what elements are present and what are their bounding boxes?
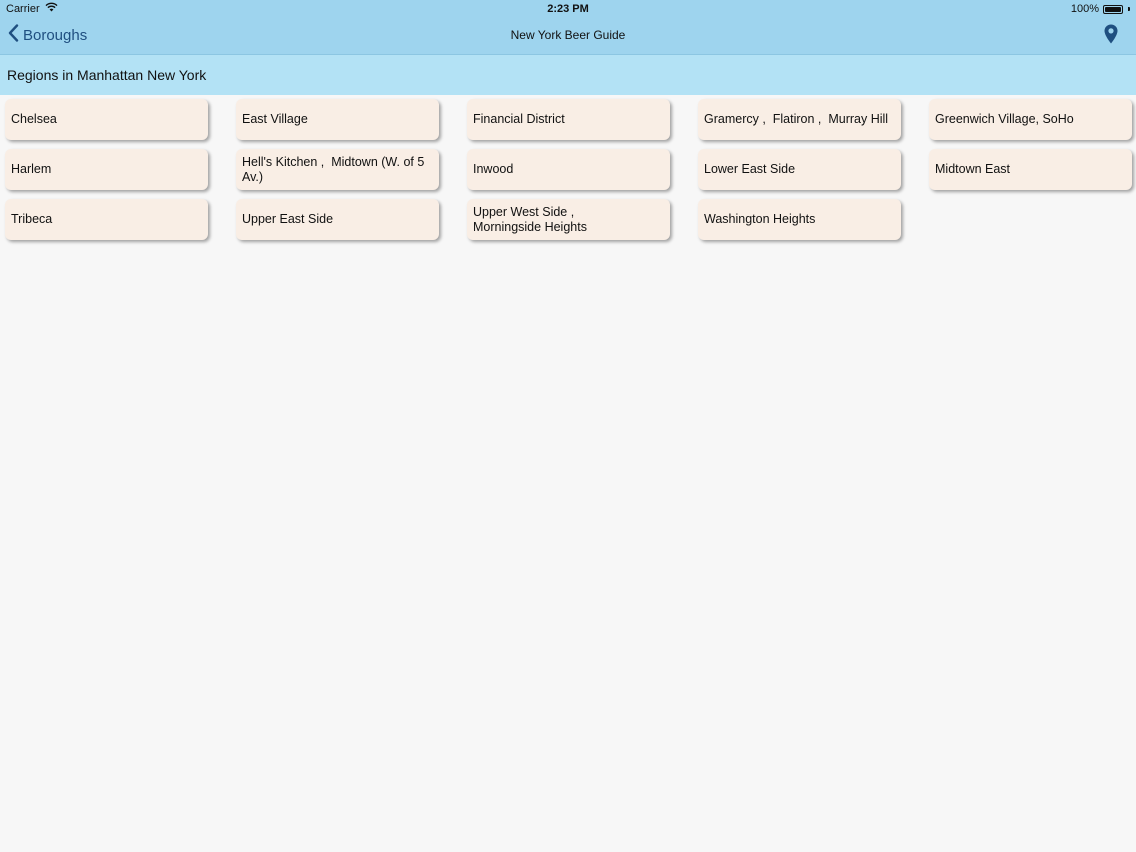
section-header: Regions in Manhattan New York [0, 55, 1136, 95]
region-label: Gramercy , Flatiron , Murray Hill [704, 112, 889, 126]
region-label: Upper West Side , Morningside Heights [473, 204, 587, 234]
status-right: 100% [1071, 0, 1130, 18]
region-label: Inwood [473, 162, 514, 176]
map-button[interactable] [1104, 24, 1118, 49]
regions-grid: Chelsea East Village Financial District … [5, 99, 1135, 240]
battery-icon [1103, 4, 1123, 14]
region-label: Upper East Side [242, 212, 334, 226]
region-button[interactable]: Financial District [467, 99, 670, 140]
page-title: New York Beer Guide [510, 28, 626, 42]
navigation-header: Carrier 2:23 PM 100% Boroughs New York B… [0, 0, 1136, 55]
region-label: Lower East Side [704, 162, 796, 176]
status-time: 2:23 PM [547, 3, 589, 15]
region-button[interactable]: Harlem [5, 149, 208, 190]
region-button[interactable]: Midtown East [929, 149, 1132, 190]
region-label: Washington Heights [704, 212, 816, 226]
region-label: Greenwich Village, SoHo [935, 112, 1074, 126]
region-button[interactable]: Upper West Side , Morningside Heights [467, 199, 670, 240]
battery-percent: 100% [1070, 3, 1099, 15]
region-label: Hell's Kitchen , Midtown (W. of 5 Av.) [242, 154, 428, 184]
region-button[interactable]: Hell's Kitchen , Midtown (W. of 5 Av.) [236, 149, 439, 190]
region-button[interactable]: Greenwich Village, SoHo [929, 99, 1132, 140]
region-button[interactable]: East Village [236, 99, 439, 140]
region-button[interactable]: Tribeca [5, 199, 208, 240]
region-button[interactable]: Gramercy , Flatiron , Murray Hill [698, 99, 901, 140]
nav-bar: Boroughs New York Beer Guide [0, 18, 1136, 54]
map-pin-icon [1104, 24, 1118, 48]
battery-cap [1128, 7, 1130, 11]
region-label: Chelsea [11, 112, 57, 126]
region-label: East Village [242, 112, 308, 126]
region-button[interactable]: Upper East Side [236, 199, 439, 240]
status-bar: Carrier 2:23 PM 100% [0, 0, 1136, 18]
region-label: Financial District [473, 112, 565, 126]
region-button[interactable]: Inwood [467, 149, 670, 190]
section-title: Regions in Manhattan New York [7, 67, 207, 83]
region-label: Midtown East [935, 162, 1011, 176]
region-label: Harlem [11, 162, 52, 176]
region-label: Tribeca [11, 212, 53, 226]
region-button[interactable]: Lower East Side [698, 149, 901, 190]
region-button[interactable]: Chelsea [5, 99, 208, 140]
region-button[interactable]: Washington Heights [698, 199, 901, 240]
